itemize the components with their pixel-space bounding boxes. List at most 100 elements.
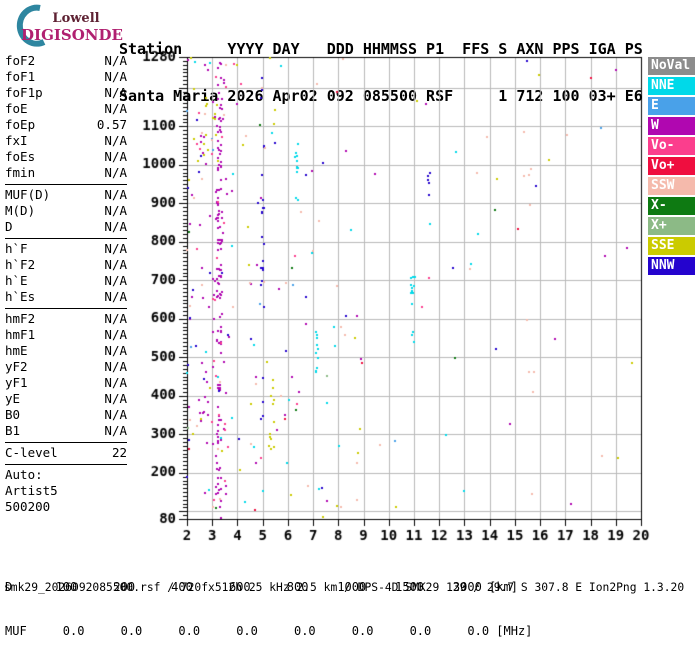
direction-legend: NoVal NNE EW Vo- Vo+ SSW X- X+ SSE NNW [648, 57, 695, 277]
param-value: N/A [104, 219, 127, 235]
param-value: N/A [104, 423, 127, 439]
param-label: M(D) [5, 203, 35, 219]
param-label: yF2 [5, 359, 28, 375]
param-label: yF1 [5, 375, 28, 391]
param-value: 22 [112, 445, 127, 461]
param-row: M(D) N/A [5, 203, 127, 219]
logo-digisonde-text: DIGISONDE [21, 26, 123, 44]
param-label: D [5, 219, 13, 235]
param-row: foE N/A [5, 101, 127, 117]
param-label: foF1p [5, 85, 43, 101]
legend-item-noval: NoVal [648, 57, 695, 75]
param-row: foF1p N/A [5, 85, 127, 101]
param-label: foF2 [5, 53, 35, 69]
legend-item-xplus: X+ [648, 217, 695, 235]
param-label: h`F2 [5, 257, 35, 273]
param-value: N/A [104, 203, 127, 219]
param-label: yE [5, 391, 20, 407]
param-value: N/A [104, 133, 127, 149]
param-label: foE [5, 101, 28, 117]
param-row: B1 N/A [5, 423, 127, 439]
muf-row: MUF 0.0 0.0 0.0 0.0 0.0 0.0 0.0 0.0 [MHz… [5, 624, 532, 639]
param-label: h`F [5, 241, 28, 257]
param-row: fxI N/A [5, 133, 127, 149]
param-label: B1 [5, 423, 20, 439]
legend-item-vo-minus: Vo- [648, 137, 695, 155]
param-value: N/A [104, 165, 127, 181]
param-row: hmE N/A [5, 343, 127, 359]
param-row: h`E N/A [5, 273, 127, 289]
param-separator [5, 305, 127, 311]
param-value: 0.57 [97, 117, 127, 133]
parameter-panel: foF2 N/A foF1 N/A foF1p N/A foE N/A foEp 0.57 fxI N… [5, 53, 127, 515]
param-value: N/A [104, 311, 127, 327]
param-row: yF2 N/A [5, 359, 127, 375]
param-value: N/A [104, 327, 127, 343]
param-value: N/A [104, 257, 127, 273]
legend-item-e: E [648, 97, 695, 115]
param-row: B0 N/A [5, 407, 127, 423]
param-label: MUF(D) [5, 187, 50, 203]
param-label: hmF2 [5, 311, 35, 327]
param-row: foEs N/A [5, 149, 127, 165]
param-value: N/A [104, 85, 127, 101]
param-row: D N/A [5, 219, 127, 235]
param-value: N/A [104, 101, 127, 117]
legend-item-ssw: SSW [648, 177, 695, 195]
legend-item-w: W [648, 117, 695, 135]
param-label: foEs [5, 149, 35, 165]
param-label: hmF1 [5, 327, 35, 343]
footer-status-line: smk29_2026092085500.rsf / 720fx512h 25 k… [4, 581, 684, 594]
param-separator [5, 181, 127, 187]
logo-lowell-text: Lowell [52, 11, 99, 26]
param-value: N/A [104, 273, 127, 289]
param-separator [5, 439, 127, 445]
ionogram-page: { "logo": { "brand_top": "Lowell", "bran… [0, 0, 700, 600]
legend-item-nnw: NNW [648, 257, 695, 275]
param-row: yF1 N/A [5, 375, 127, 391]
param-label: h`E [5, 273, 28, 289]
param-value: N/A [104, 375, 127, 391]
param-value: N/A [104, 149, 127, 165]
param-label: fmin [5, 165, 35, 181]
param-value: N/A [104, 241, 127, 257]
param-value: N/A [104, 407, 127, 423]
legend-item-nne: NNE [648, 77, 695, 95]
param-value: N/A [104, 69, 127, 85]
param-label: h`Es [5, 289, 35, 305]
digisonde-logo: Lowell DIGISONDE [6, 4, 124, 50]
param-value: N/A [104, 343, 127, 359]
param-row: foF1 N/A [5, 69, 127, 85]
param-row: h`F2 N/A [5, 257, 127, 273]
param-note: 500200 [5, 499, 127, 515]
legend-item-sse: SSE [648, 237, 695, 255]
param-label: fxI [5, 133, 28, 149]
ionogram-plot-canvas [130, 48, 650, 548]
param-row: foF2 N/A [5, 53, 127, 69]
param-row: foEp 0.57 [5, 117, 127, 133]
param-row: h`F N/A [5, 241, 127, 257]
param-label: foEp [5, 117, 35, 133]
param-value: N/A [104, 391, 127, 407]
param-value: N/A [104, 289, 127, 305]
param-row: fmin N/A [5, 165, 127, 181]
param-label: foF1 [5, 69, 35, 85]
param-label: B0 [5, 407, 20, 423]
param-row: MUF(D) N/A [5, 187, 127, 203]
legend-item-x-minus: X- [648, 197, 695, 215]
param-row: C-level 22 [5, 445, 127, 461]
param-value: N/A [104, 53, 127, 69]
param-separator [5, 235, 127, 241]
param-label: C-level [5, 445, 58, 461]
param-row: hmF1 N/A [5, 327, 127, 343]
param-row: yE N/A [5, 391, 127, 407]
param-row: hmF2 N/A [5, 311, 127, 327]
param-value: N/A [104, 187, 127, 203]
param-value: N/A [104, 359, 127, 375]
param-label: hmE [5, 343, 28, 359]
param-note: Artist5 [5, 483, 127, 499]
legend-item-voplus: Vo+ [648, 157, 695, 175]
logo-arc-icon: Lowell DIGISONDE [6, 4, 124, 50]
param-separator [5, 461, 127, 467]
bottom-rows: D 100 200 400 600 800 1000 1500 3000 [km… [5, 551, 532, 653]
